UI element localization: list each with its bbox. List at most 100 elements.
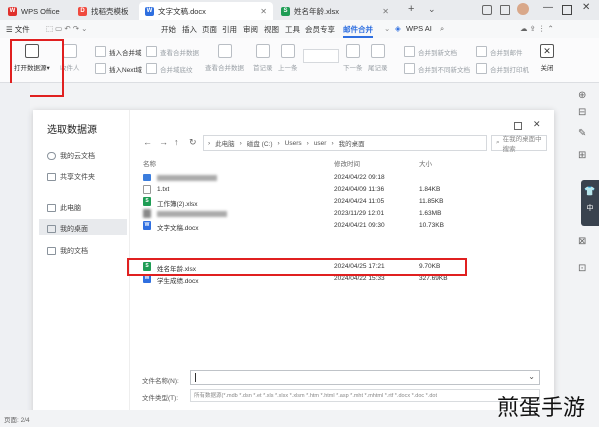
maximize-icon[interactable] [562, 5, 572, 15]
promo-card[interactable]: 👕 中 [581, 180, 599, 226]
avatar[interactable] [517, 3, 529, 15]
breadcrumb-item[interactable]: Users [285, 140, 302, 147]
column-header-name[interactable]: 名称 [143, 158, 156, 168]
first-record-button[interactable]: 首记录 [253, 44, 273, 72]
file-row[interactable]: 1.txt 2024/04/09 11:36 1.84KB [135, 184, 545, 196]
recipients-icon [62, 44, 77, 58]
rail-icon-3[interactable]: ⊞ [578, 150, 586, 161]
merge-to-email-button[interactable]: 合并到邮件 [476, 46, 523, 57]
computer-icon [47, 204, 56, 212]
file-row[interactable]: 2024/04/22 09:18 [135, 172, 545, 184]
insert-merge-field-button[interactable]: 插入合并域 [95, 46, 142, 57]
search-icon[interactable]: ⌕ [440, 24, 444, 34]
menu-page[interactable]: 页面 [202, 24, 217, 35]
menu-wps-ai[interactable]: WPS AI [406, 24, 432, 33]
merge-field-shading-button[interactable]: 合并域底纹 [146, 63, 193, 74]
sidebar-item-shared[interactable]: 共享文件夹 [47, 172, 95, 182]
menu-insert[interactable]: 插入 [182, 24, 197, 35]
insert-next-button[interactable]: 插入Next域 [95, 63, 142, 74]
chevron-down-icon[interactable]: ⌄ [384, 24, 390, 33]
forward-icon[interactable]: → [159, 137, 168, 147]
next-record-button[interactable]: 下一条 [343, 44, 363, 72]
breadcrumb-item[interactable]: user [314, 140, 327, 147]
menu-start[interactable]: 开始 [161, 24, 176, 35]
menu-file[interactable]: ☰ 文件 [6, 24, 30, 35]
merge-to-new-doc-button[interactable]: 合并到新文档 [404, 46, 457, 57]
close-tab-icon[interactable]: ✕ [382, 7, 389, 16]
dialog-close-icon[interactable]: ✕ [533, 119, 541, 130]
text-cursor [195, 373, 196, 382]
menu-view[interactable]: 视图 [264, 24, 279, 35]
sidebar-item-this-pc[interactable]: 此电脑 [47, 203, 81, 213]
file-name: 文字文稿.docx [157, 225, 199, 232]
window-restore-icon[interactable] [482, 5, 492, 15]
document-margin [0, 83, 30, 427]
column-header-modified[interactable]: 修改时间 [334, 158, 360, 168]
back-icon[interactable]: ← [143, 137, 152, 147]
menu-review[interactable]: 审阅 [243, 24, 258, 35]
first-record-icon [255, 44, 270, 58]
merge-to-printer-label: 合并到打印机 [490, 66, 529, 74]
close-window-icon[interactable]: ✕ [582, 2, 590, 13]
view-merge-data-button[interactable]: 查看合并数据 [146, 46, 199, 57]
layout-icon[interactable] [500, 5, 510, 15]
pen-icon[interactable]: ✎ [578, 128, 586, 139]
menu-right-icons[interactable]: ☁ ⇪ ⋮ ⌃ [520, 24, 554, 33]
tab-docer[interactable]: D 找稻壳模板 [72, 2, 135, 20]
separate-doc-icon [404, 63, 415, 74]
sheet-icon: S [281, 6, 290, 16]
breadcrumb-item[interactable]: 磁盘 (C:) [247, 138, 273, 148]
view-merge-data-label: 查看合并数据 [160, 49, 199, 57]
refresh-icon[interactable]: ↻ [189, 137, 197, 148]
rail-icon-4[interactable]: ⊠ [578, 236, 586, 247]
wps-ai-icon[interactable]: ◈ [395, 24, 401, 33]
tab-list-dropdown[interactable]: ⌄ [428, 4, 436, 15]
sheet-file-icon: S [143, 197, 151, 206]
filetype-select[interactable]: 所有数据源(*.mdb *.dsn *.et *.xls *.xlsx *.xl… [190, 389, 540, 402]
tab-wps-office[interactable]: W WPS Office [2, 2, 66, 20]
tab-xlsx[interactable]: S 姓名年龄.xlsx ✕ [275, 2, 395, 20]
record-number-input[interactable] [303, 49, 339, 63]
sidebar-item-desktop[interactable]: 我的桌面 [47, 224, 88, 234]
rail-icon-1[interactable]: ⊕ [578, 90, 586, 101]
menu-mail-merge[interactable]: 邮件合并 [343, 24, 373, 38]
dialog-maximize-icon[interactable] [514, 122, 522, 130]
merge-to-separate-doc-button[interactable]: 合并到不同新文档 [404, 63, 470, 74]
up-icon[interactable]: ↑ [174, 137, 179, 147]
new-tab-button[interactable]: + [408, 3, 414, 15]
last-record-button[interactable]: 尾记录 [368, 44, 388, 72]
promo-card-label: 中 [586, 205, 594, 212]
file-row[interactable]: W 文字文稿.docx 2024/04/21 09:30 10.73KB [135, 220, 545, 232]
chevron-down-icon[interactable]: ⌄ [528, 372, 535, 381]
tab-docx[interactable]: W 文字文稿.docx ✕ [139, 2, 273, 20]
breadcrumb-separator: › [306, 139, 309, 147]
breadcrumb-item[interactable]: 我的桌面 [339, 138, 365, 148]
sidebar-label: 我的云文档 [60, 153, 95, 160]
blurred-name [157, 211, 227, 217]
file-row[interactable]: S 工作簿(2).xlsx 2024/04/24 11:05 11.85KB [135, 196, 545, 208]
close-mail-merge-button[interactable]: ✕ 关闭 [540, 44, 554, 72]
close-tab-icon[interactable]: ✕ [260, 7, 267, 16]
minimize-icon[interactable]: — [543, 2, 553, 13]
shared-folder-icon [47, 173, 56, 181]
path-breadcrumb[interactable]: › 此电脑 › 磁盘 (C:) › Users › user › 我的桌面 [203, 135, 487, 151]
search-input[interactable]: ⌕ 在我的桌面中搜索 [491, 135, 547, 153]
sidebar-item-documents[interactable]: 我的文档 [47, 246, 88, 256]
filename-input[interactable]: ⌄ [190, 370, 540, 385]
previous-record-button[interactable]: 上一条 [278, 44, 298, 72]
breadcrumb-item[interactable]: 此电脑 [215, 138, 235, 148]
menu-member[interactable]: 会员专享 [305, 24, 335, 35]
breadcrumb-separator: › [239, 139, 242, 147]
file-date: 2024/04/21 09:30 [334, 222, 385, 229]
view-merge-data-big-button[interactable]: 查看合并数据 [205, 44, 244, 72]
column-header-size[interactable]: 大小 [419, 158, 432, 168]
menu-reference[interactable]: 引用 [222, 24, 237, 35]
merge-to-printer-button[interactable]: 合并到打印机 [476, 63, 529, 74]
rail-icon-5[interactable]: ⊡ [578, 263, 586, 274]
dialog-title: 选取数据源 [47, 125, 97, 136]
menu-tools[interactable]: 工具 [285, 24, 300, 35]
file-row[interactable]: 2023/11/29 12:01 1.63MB [135, 208, 545, 220]
quick-access-icons[interactable]: ⬚ ▭ ↶ ↷ ⌄ [46, 24, 87, 33]
rail-icon-2[interactable]: ⊟ [578, 107, 586, 118]
sidebar-item-cloud-docs[interactable]: 我的云文档 [47, 151, 95, 161]
